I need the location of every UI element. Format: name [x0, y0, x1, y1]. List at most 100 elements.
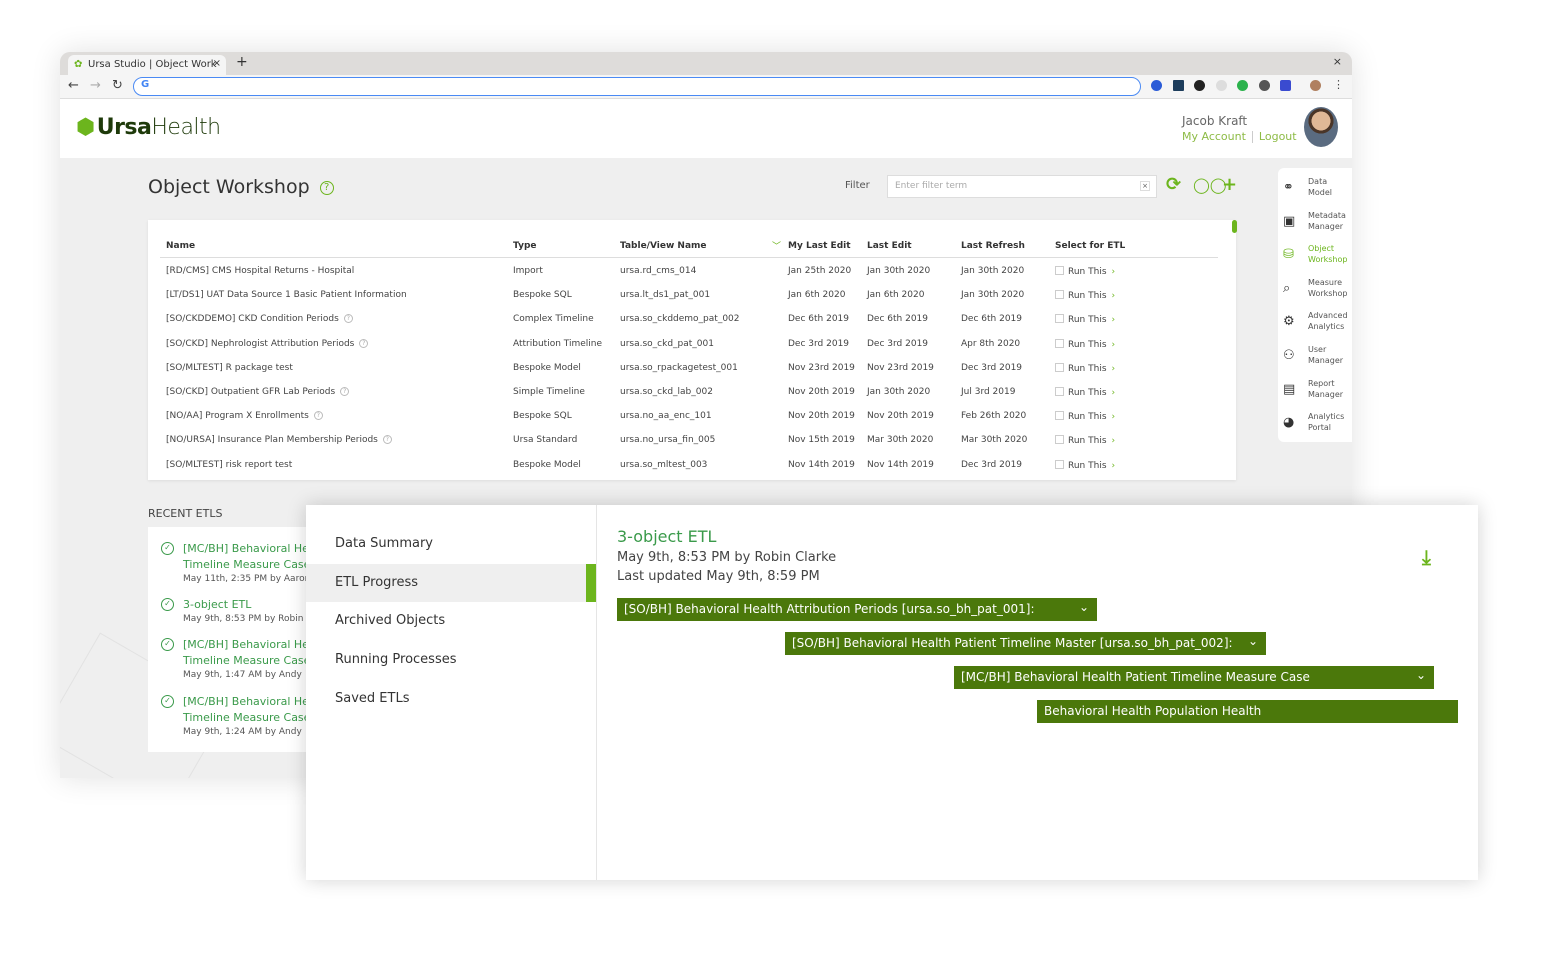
etl-step-bar[interactable]: [SO/BH] Behavioral Health Patient Timeli…	[785, 632, 1266, 655]
chevron-right-icon[interactable]: ›	[1112, 340, 1116, 350]
sidebar-item-analytics-portal[interactable]: ◕ Analytics Portal	[1278, 409, 1352, 443]
select-checkbox[interactable]	[1055, 338, 1064, 348]
row-name[interactable]: [SO/MLTEST] risk report test	[166, 460, 292, 470]
chevron-right-icon[interactable]: ›	[1112, 388, 1116, 398]
extension-icon[interactable]	[1194, 80, 1205, 91]
reload-icon[interactable]: ↻	[112, 78, 123, 93]
my-account-link[interactable]: My Account	[1182, 130, 1246, 143]
help-icon[interactable]: ?	[343, 314, 353, 324]
column-header[interactable]: My Last Edit	[788, 241, 851, 251]
sidebar-item-data-model[interactable]: ⚭ Data Model	[1278, 174, 1352, 208]
recent-etl-meta: May 9th, 1:47 AM by Andy	[183, 670, 302, 680]
sidebar-item-advanced-analytics[interactable]: ⚙ Advanced Analytics	[1278, 308, 1352, 342]
row-name[interactable]: [NO/AA] Program X Enrollments?	[166, 411, 323, 421]
refresh-icon[interactable]: ⟳	[1166, 174, 1181, 195]
extension-icon[interactable]	[1280, 80, 1291, 91]
new-tab-button[interactable]: +	[236, 54, 248, 70]
run-this-toggle[interactable]: Run This ›	[1055, 459, 1116, 471]
chevron-right-icon[interactable]: ›	[1112, 267, 1116, 277]
select-checkbox[interactable]	[1055, 362, 1064, 372]
menu-item-saved-etls[interactable]: Saved ETLs	[306, 680, 596, 718]
run-this-toggle[interactable]: Run This ›	[1055, 435, 1115, 446]
sidebar-item-metadata-manager[interactable]: ▣ Metadata Manager	[1278, 208, 1352, 242]
help-icon[interactable]: ?	[382, 435, 392, 445]
select-checkbox[interactable]	[1055, 290, 1064, 300]
column-header[interactable]: Last Edit	[867, 241, 912, 251]
extension-icon[interactable]	[1259, 80, 1270, 91]
forward-icon[interactable]: →	[90, 78, 101, 93]
ursa-health-logo[interactable]: ⬢UrsaHealth	[76, 115, 221, 140]
extension-icon[interactable]	[1216, 80, 1227, 91]
sidebar-item-label: User Manager	[1308, 345, 1344, 365]
row-name[interactable]: [NO/URSA] Insurance Plan Membership Peri…	[166, 435, 392, 445]
etl-step-bar[interactable]: Behavioral Health Population Health	[1037, 700, 1458, 723]
download-icon[interactable]: ⤓	[1422, 545, 1431, 569]
row-name[interactable]: [SO/CKDDEMO] CKD Condition Periods?	[166, 314, 353, 324]
select-checkbox[interactable]	[1055, 459, 1064, 469]
url-input[interactable]: G	[133, 77, 1141, 96]
row-name[interactable]: [RD/CMS] CMS Hospital Returns - Hospital	[166, 266, 354, 276]
column-header[interactable]: Last Refresh	[961, 241, 1025, 251]
chevron-down-icon[interactable]: ⌄	[1248, 634, 1258, 648]
select-checkbox[interactable]	[1055, 411, 1064, 421]
extension-icon[interactable]	[1237, 80, 1248, 91]
chevron-right-icon[interactable]: ›	[1112, 291, 1116, 301]
run-this-toggle[interactable]: Run This ›	[1055, 338, 1116, 350]
run-this-toggle[interactable]: Run This ›	[1055, 314, 1115, 325]
row-name[interactable]: [LT/DS1] UAT Data Source 1 Basic Patient…	[166, 290, 407, 300]
chevron-right-icon[interactable]: ›	[1112, 315, 1116, 325]
chevron-down-icon[interactable]: ⌄	[1416, 668, 1426, 682]
select-checkbox[interactable]	[1055, 387, 1064, 396]
run-this-toggle[interactable]: Run This ›	[1055, 266, 1115, 277]
run-this-toggle[interactable]: Run This ›	[1055, 387, 1115, 398]
help-icon[interactable]: ?	[359, 338, 369, 348]
add-icon[interactable]: +	[1222, 174, 1237, 195]
select-checkbox[interactable]	[1055, 314, 1064, 324]
recent-etl-title[interactable]: 3-object ETL	[183, 597, 308, 613]
cell-text: ursa.so_ckd_lab_002	[620, 387, 713, 397]
row-name[interactable]: [SO/CKD] Outpatient GFR Lab Periods?	[166, 387, 350, 397]
chevron-right-icon[interactable]: ›	[1112, 436, 1116, 446]
profile-icon[interactable]	[1310, 80, 1321, 91]
filter-input[interactable]: Enter filter term ×	[887, 175, 1157, 198]
run-this-toggle[interactable]: Run This ›	[1055, 290, 1115, 301]
sort-chevron-icon[interactable]: ﹀	[772, 239, 781, 252]
scrollbar[interactable]	[1232, 220, 1237, 233]
help-icon[interactable]: ?	[340, 387, 350, 396]
chevron-down-icon[interactable]: ⌄	[1079, 600, 1089, 614]
menu-item-etl-progress[interactable]: ETL Progress	[306, 563, 596, 602]
help-icon[interactable]: ?	[319, 180, 334, 195]
browser-tab[interactable]: ✿ Ursa Studio | Object Work ×	[68, 55, 226, 75]
back-icon[interactable]: ←	[68, 78, 79, 93]
sidebar-item-measure-workshop[interactable]: ⌕ Measure Workshop	[1278, 275, 1352, 309]
menu-kebab-icon[interactable]: ⋮	[1333, 78, 1344, 91]
row-name[interactable]: [SO/CKD] Nephrologist Attribution Period…	[166, 338, 369, 349]
logout-link[interactable]: Logout	[1259, 130, 1297, 143]
sidebar-item-object-workshop[interactable]: ⛁ Object Workshop	[1278, 241, 1352, 275]
help-icon[interactable]: ?	[313, 411, 323, 421]
etl-step-bar[interactable]: [SO/BH] Behavioral Health Attribution Pe…	[617, 598, 1097, 621]
run-this-toggle[interactable]: Run This ›	[1055, 362, 1116, 374]
recent-etl-title[interactable]: [MC/BH] Behavioral Health Patient Timeli…	[183, 694, 308, 726]
avatar[interactable]	[1304, 107, 1338, 147]
recent-etl-title[interactable]: [MC/BH] Behavioral Health Patient Timeli…	[183, 541, 308, 573]
select-checkbox[interactable]	[1055, 266, 1064, 275]
recent-etl-title[interactable]: [MC/BH] Behavioral Health Patient Timeli…	[183, 637, 308, 669]
select-checkbox[interactable]	[1055, 435, 1064, 445]
extension-icon[interactable]	[1173, 80, 1184, 91]
menu-item-archived-objects[interactable]: Archived Objects	[306, 602, 596, 640]
chevron-right-icon[interactable]: ›	[1112, 364, 1116, 374]
clear-filter-icon[interactable]: ×	[1140, 181, 1150, 191]
extension-icon[interactable]	[1151, 80, 1162, 91]
chevron-right-icon[interactable]: ›	[1112, 461, 1116, 471]
close-tab-icon[interactable]: ×	[213, 58, 221, 69]
sidebar-item-user-manager[interactable]: ⚇ User Manager	[1278, 342, 1352, 376]
chevron-right-icon[interactable]: ›	[1112, 412, 1116, 422]
menu-item-running-processes[interactable]: Running Processes	[306, 641, 596, 679]
row-name[interactable]: [SO/MLTEST] R package test	[166, 363, 293, 373]
etl-step-bar[interactable]: [MC/BH] Behavioral Health Patient Timeli…	[954, 666, 1434, 689]
close-window-button[interactable]: ×	[1333, 55, 1342, 68]
run-this-toggle[interactable]: Run This ›	[1055, 411, 1115, 422]
sidebar-item-report-manager[interactable]: ▤ Report Manager	[1278, 376, 1352, 410]
menu-item-data-summary[interactable]: Data Summary	[306, 525, 596, 563]
